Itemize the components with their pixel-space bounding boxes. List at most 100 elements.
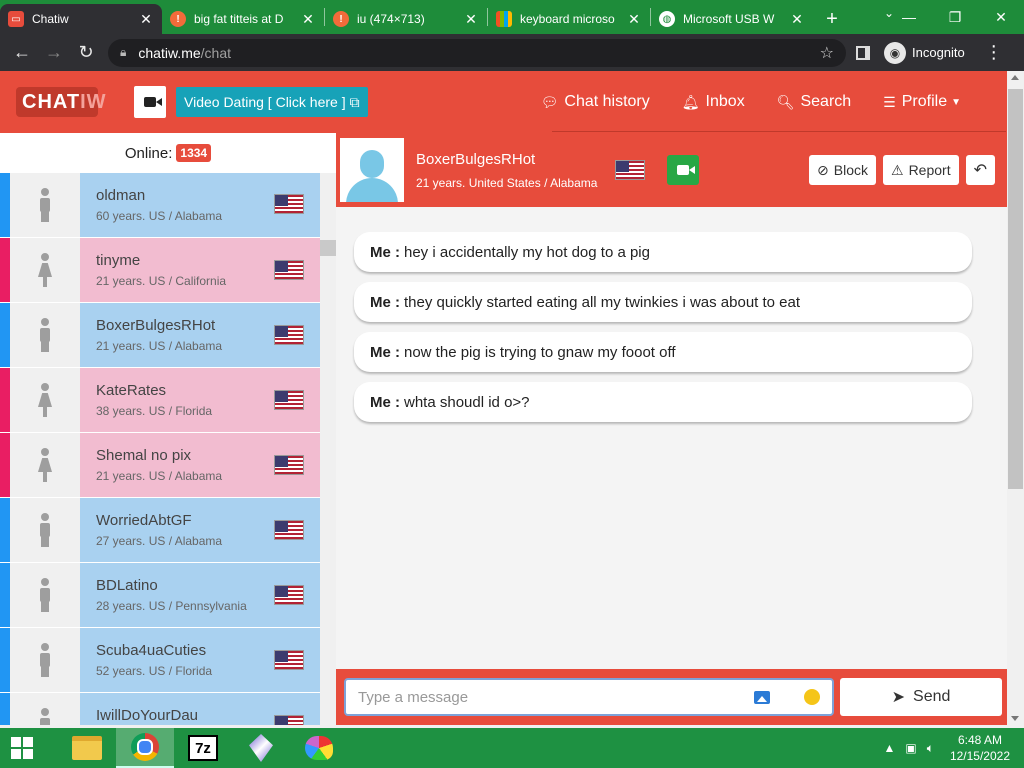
video-camera-icon xyxy=(144,97,162,107)
close-icon[interactable]: ✕ xyxy=(463,11,479,28)
video-camera-icon xyxy=(677,165,696,175)
us-flag-icon xyxy=(274,325,304,345)
url-input[interactable]: 🔒︎ chatiw.me /chat ☆ xyxy=(108,38,846,67)
message-bubble: Me : now the pig is trying to gnaw my fo… xyxy=(354,332,972,372)
message-sender: Me : xyxy=(370,343,400,361)
network-icon[interactable]: ▣ xyxy=(905,741,916,755)
user-info: Scuba4uaCuties 52 years. US / Florida xyxy=(80,628,320,692)
browser-menu-icon[interactable]: ⋮ xyxy=(985,42,1003,63)
tab-3[interactable]: ! iu (474×713) ✕ xyxy=(325,4,487,34)
forward-arrow-icon[interactable]: → xyxy=(38,37,70,69)
message-bubble: Me : they quickly started eating all my … xyxy=(354,282,972,322)
incognito-indicator[interactable]: ◉ Incognito xyxy=(856,41,965,64)
video-dating-button[interactable]: Video Dating [ Click here ] ⧉ xyxy=(176,87,368,117)
volume-icon[interactable]: 🔈︎ xyxy=(927,741,934,756)
report-button[interactable]: ⚠︎ Report xyxy=(883,155,959,185)
send-button[interactable]: ➤ Send xyxy=(840,678,1002,716)
close-icon[interactable]: ✕ xyxy=(789,11,805,28)
gender-strip xyxy=(0,498,10,562)
tray-chevron-up-icon[interactable]: ▲ xyxy=(884,741,896,755)
chat-partner-info: BoxerBulgesRHot 21 years. United States … xyxy=(416,151,597,190)
message-input[interactable]: Type a message xyxy=(344,678,834,716)
message-composer: Type a message ➤ Send xyxy=(336,669,1007,725)
avatar[interactable] xyxy=(340,138,404,202)
header-divider xyxy=(552,131,1006,132)
user-list-scroll-thumb[interactable] xyxy=(320,240,336,256)
user-list-item[interactable]: KateRates 38 years. US / Florida xyxy=(0,368,320,433)
online-count-badge: 1334 xyxy=(176,144,212,162)
7zip-icon: 7z xyxy=(188,735,218,761)
user-list-item[interactable]: IwillDoYourDau xyxy=(0,693,320,725)
bookmark-star-icon[interactable]: ☆ xyxy=(820,43,834,63)
back-arrow-icon[interactable]: ← xyxy=(6,37,38,69)
restore-icon[interactable]: ❐ xyxy=(932,0,978,34)
clock-date: 12/15/2022 xyxy=(949,749,1010,763)
gender-icon-cell xyxy=(10,238,80,302)
user-list-item[interactable]: Scuba4uaCuties 52 years. US / Florida xyxy=(0,628,320,693)
scroll-up-arrow-icon[interactable] xyxy=(1011,75,1019,80)
site-header: CHAT IW Video Dating [ Click here ] ⧉ 💬︎ … xyxy=(0,71,1007,133)
video-dating-label: Video Dating [ Click here ] xyxy=(184,94,346,110)
nav-search[interactable]: 🔍︎ Search xyxy=(761,93,867,111)
ban-icon: ⊘ xyxy=(817,161,829,178)
user-list-item[interactable]: WorriedAbtGF 27 years. US / Alabama xyxy=(0,498,320,563)
male-icon xyxy=(39,187,51,222)
tab-4[interactable]: keyboard microso ✕ xyxy=(488,4,650,34)
chatiw-logo[interactable]: CHAT IW xyxy=(16,83,105,121)
message-text: they quickly started eating all my twink… xyxy=(404,293,801,311)
page-scroll-thumb[interactable] xyxy=(1008,89,1023,489)
clock[interactable]: 6:48 AM 12/15/2022 xyxy=(950,732,1010,764)
chat-partner-name[interactable]: BoxerBulgesRHot xyxy=(416,151,597,168)
us-flag-icon xyxy=(274,585,304,605)
window-controls: — ❐ ✕ xyxy=(886,0,1024,34)
nav-profile[interactable]: ☰ Profile ▼ xyxy=(867,93,977,111)
close-icon[interactable]: ✕ xyxy=(626,11,642,28)
start-button[interactable] xyxy=(0,728,44,768)
minimize-icon[interactable]: — xyxy=(886,0,932,34)
scroll-down-arrow-icon[interactable] xyxy=(1011,716,1019,721)
tab-title: Chatiw xyxy=(32,12,69,26)
male-icon xyxy=(39,513,51,547)
address-bar: ← → ↻ 🔒︎ chatiw.me /chat ☆ ◉ Incognito ⋮ xyxy=(0,34,1024,71)
tab-2[interactable]: ! big fat titteis at D ✕ xyxy=(162,4,324,34)
taskbar-chrome[interactable] xyxy=(116,728,174,768)
tab-title: big fat titteis at D xyxy=(194,12,284,26)
tab-title: iu (474×713) xyxy=(357,12,425,26)
page-scrollbar[interactable] xyxy=(1007,71,1024,725)
close-icon[interactable]: ✕ xyxy=(300,11,316,28)
taskbar-file-explorer[interactable] xyxy=(58,728,116,768)
chat-header: BoxerBulgesRHot 21 years. United States … xyxy=(336,133,1007,207)
nav-chat-history[interactable]: 💬︎ Chat history xyxy=(525,93,666,111)
camera-button[interactable] xyxy=(134,86,166,118)
taskbar-7zip[interactable]: 7z xyxy=(174,728,232,768)
user-list-item[interactable]: BDLatino 28 years. US / Pennsylvania xyxy=(0,563,320,628)
new-tab-button[interactable]: + xyxy=(817,4,847,34)
user-list[interactable]: oldman 60 years. US / Alabama tinyme 21 … xyxy=(0,173,320,725)
close-icon[interactable]: ✕ xyxy=(138,11,154,28)
video-call-button[interactable] xyxy=(667,155,700,185)
reload-icon[interactable]: ↻ xyxy=(70,37,102,69)
block-button[interactable]: ⊘ Block xyxy=(809,155,876,185)
close-window-icon[interactable]: ✕ xyxy=(978,0,1024,34)
message-placeholder: Type a message xyxy=(358,688,469,706)
nav-inbox[interactable]: 🔔︎ Inbox xyxy=(666,93,761,111)
taskbar-app-crystal[interactable] xyxy=(232,728,290,768)
taskbar-paint[interactable] xyxy=(290,728,348,768)
side-panel-icon[interactable] xyxy=(856,45,870,60)
bell-icon: 🔔︎ xyxy=(681,93,700,110)
user-list-item[interactable]: oldman 60 years. US / Alabama xyxy=(0,173,320,238)
us-flag-icon xyxy=(274,260,304,280)
tab-chatiw[interactable]: ▭ Chatiw ✕ xyxy=(0,4,162,34)
user-list-item[interactable]: BoxerBulgesRHot 21 years. US / Alabama xyxy=(0,303,320,368)
image-upload-icon[interactable] xyxy=(754,690,770,704)
emoji-icon[interactable] xyxy=(804,689,820,705)
gender-strip xyxy=(0,628,10,692)
incognito-label: Incognito xyxy=(912,45,965,60)
send-label: Send xyxy=(913,688,951,705)
back-button[interactable]: ↶ xyxy=(965,155,995,185)
user-list-item[interactable]: Shemal no pix 21 years. US / Alabama xyxy=(0,433,320,498)
us-flag-icon xyxy=(274,455,304,475)
tab-5[interactable]: ◍ Microsoft USB W ✕ xyxy=(651,4,813,34)
message-sender: Me : xyxy=(370,293,400,311)
user-list-item[interactable]: tinyme 21 years. US / California xyxy=(0,238,320,303)
